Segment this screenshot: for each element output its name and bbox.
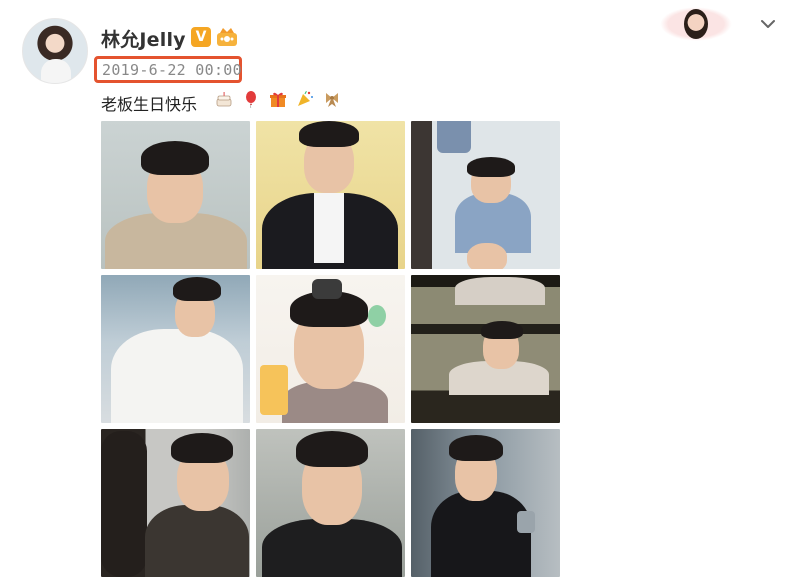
avatar[interactable]	[22, 18, 88, 84]
verified-badge-icon: V	[191, 27, 211, 47]
gift-emoji	[270, 92, 286, 107]
balloon-emoji	[246, 91, 256, 108]
weibo-post: 林允Jelly V 2019-6-22 00:00 老板生日快乐	[0, 0, 800, 579]
post-text: 老板生日快乐	[101, 95, 198, 114]
crown-icon	[217, 28, 237, 46]
photo-9[interactable]	[411, 429, 560, 577]
photo-1[interactable]	[101, 121, 250, 269]
photo-2[interactable]	[256, 121, 405, 269]
cake-emoji	[216, 92, 232, 107]
photo-grid	[101, 121, 560, 577]
chevron-down-icon[interactable]	[758, 14, 778, 34]
ribbon-emoji	[326, 93, 338, 107]
username[interactable]: 林允Jelly	[101, 25, 186, 52]
photo-3[interactable]	[411, 121, 560, 269]
photo-5[interactable]	[256, 275, 405, 423]
decorative-avatar-badge[interactable]	[660, 7, 732, 41]
photo-6[interactable]	[411, 275, 560, 423]
photo-8[interactable]	[256, 429, 405, 577]
photo-7[interactable]	[101, 429, 250, 577]
emoji-row	[215, 88, 341, 110]
party-popper-emoji	[298, 91, 313, 106]
photo-4[interactable]	[101, 275, 250, 423]
timestamp[interactable]: 2019-6-22 00:00	[102, 61, 242, 79]
